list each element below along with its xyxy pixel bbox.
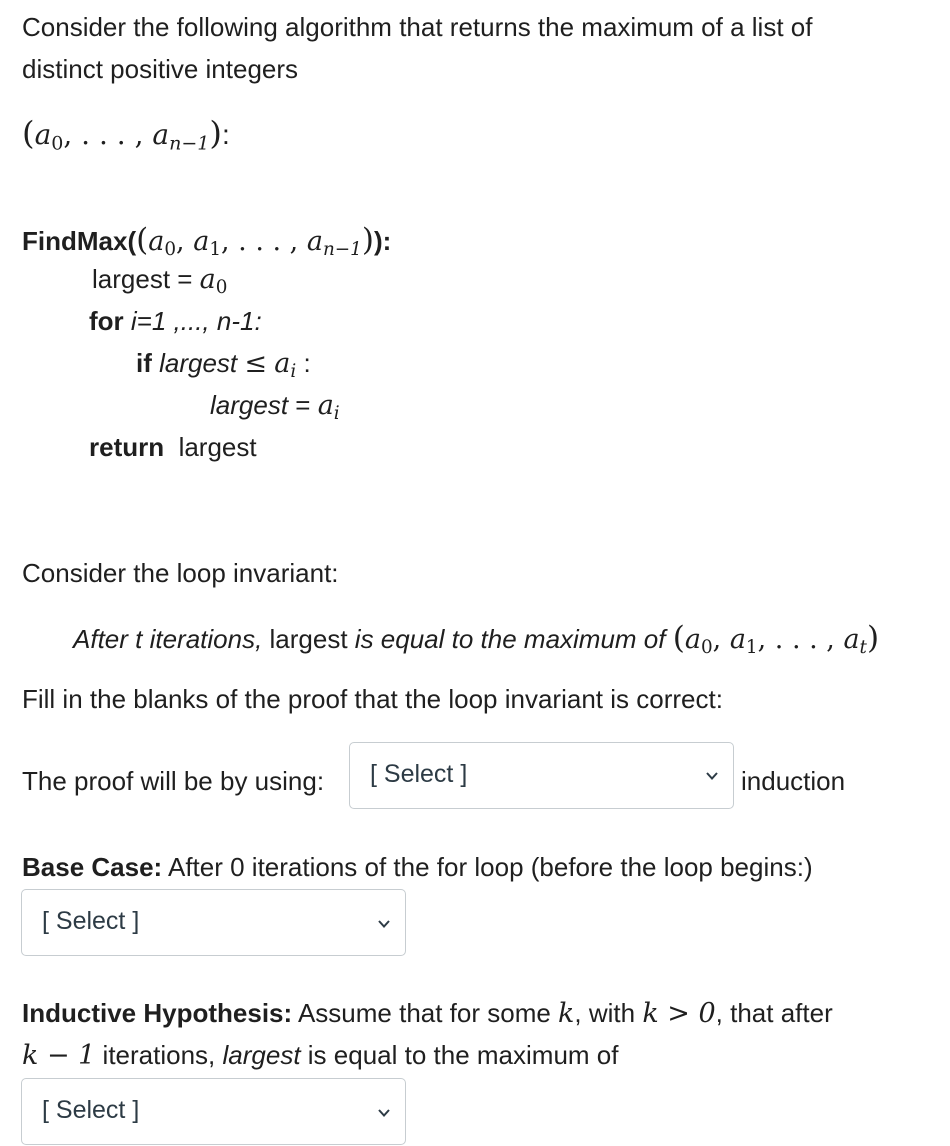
inductive-hypothesis-select-value: [ Select ] (42, 1096, 140, 1124)
chevron-down-icon (378, 920, 390, 928)
proof-type-label: The proof will be by using: (22, 766, 325, 796)
algorithm-line-assign: largest = ai (210, 390, 340, 425)
inductive-hypothesis-line-2: k − 1 iterations, largest is equal to th… (22, 1040, 619, 1071)
chevron-down-icon (706, 772, 718, 780)
base-case-label: Base Case: (22, 852, 163, 882)
algorithm-line-if: if largest ≤ ai : (136, 348, 311, 383)
algorithm-line-return: return largest (89, 432, 257, 462)
algorithm-signature: FindMax((a0, a1, . . . , an−1)): (22, 222, 392, 261)
algorithm-line-for: for i=1 ,..., n-1: (89, 306, 262, 336)
invariant-intro: Consider the loop invariant: (22, 558, 339, 588)
proof-type-suffix: induction (741, 766, 846, 796)
instructions: Fill in the blanks of the proof that the… (22, 684, 723, 714)
intro-tuple: (a0, . . . , an−1): (22, 114, 230, 155)
algorithm-line-init: largest = a0 (92, 264, 228, 299)
proof-type-select-value: [ Select ] (370, 760, 468, 788)
inductive-hypothesis-select[interactable]: [ Select ] (21, 1078, 406, 1145)
proof-type-select[interactable]: [ Select ] (349, 742, 734, 809)
base-case-select[interactable]: [ Select ] (21, 889, 406, 956)
inductive-hypothesis-line-1: Inductive Hypothesis: Assume that for so… (22, 998, 833, 1029)
invariant-statement: After t iterations, largest is equal to … (73, 620, 880, 659)
intro-line-1: Consider the following algorithm that re… (22, 12, 813, 42)
inductive-hypothesis-label: Inductive Hypothesis: (22, 998, 293, 1028)
base-case-select-value: [ Select ] (42, 907, 140, 935)
function-name: FindMax( (22, 226, 137, 256)
chevron-down-icon (378, 1109, 390, 1117)
intro-line-2: distinct positive integers (22, 54, 299, 84)
base-case-text: Base Case: After 0 iterations of the for… (22, 852, 813, 882)
